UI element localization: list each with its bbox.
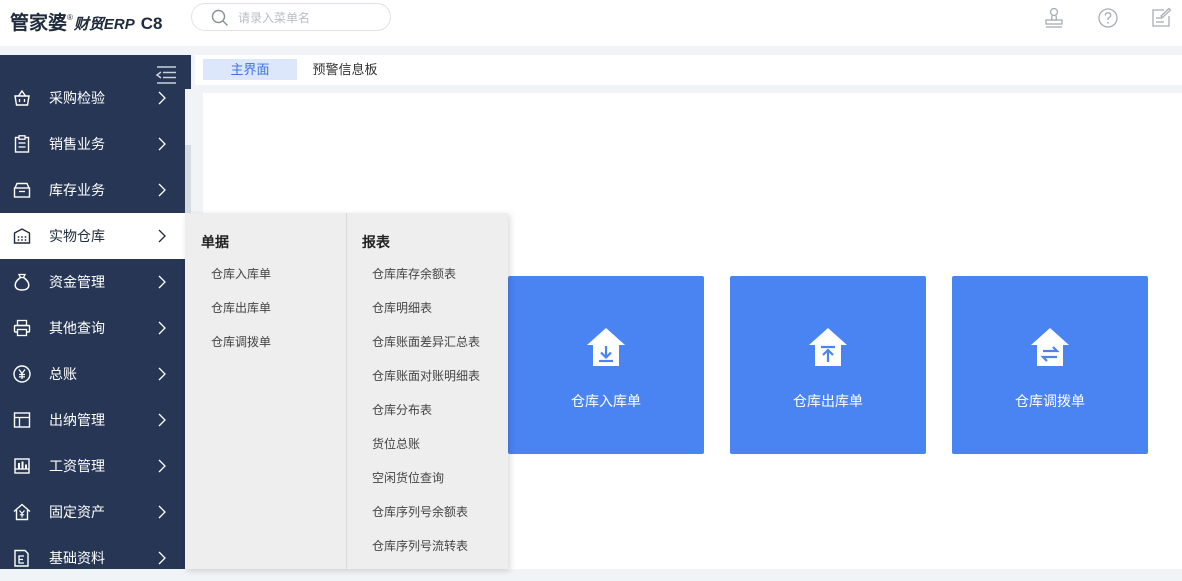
sidebar-item-purchase-inspection[interactable]: 采购检验 [0,75,185,121]
sidebar-item-fixed-assets[interactable]: 固定资产 [0,489,185,535]
chevron-right-icon [158,183,166,197]
sidebar-item-label: 其他查询 [49,320,105,336]
sidebar-item-label: 基础资料 [49,550,105,566]
warehouse-icon [13,228,31,244]
archive-box-icon [13,182,31,198]
flyout-item-report[interactable]: 货位总账 [372,436,420,452]
sidebar-item-basic-data[interactable]: 基础资料 [0,535,185,581]
flyout-item-report[interactable]: 仓库账面差异汇总表 [372,334,480,350]
sidebar-item-label: 实物仓库 [49,228,105,244]
sidebar-item-payroll[interactable]: 工资管理 [0,443,185,489]
sidebar: 采购检验 销售业务 库存业务 实物仓库 资金管理 其他查询 总账 出纳管理 工资… [0,55,191,569]
chevron-right-icon [158,137,166,151]
sidebar-item-cashier[interactable]: 出纳管理 [0,397,185,443]
chevron-right-icon [158,229,166,243]
flyout-item-report[interactable]: 仓库分布表 [372,402,432,418]
top-bar: 管家婆 ® 财贸ERP C8 [0,0,1182,46]
clipboard-icon [14,135,30,153]
sidebar-item-label: 固定资产 [49,504,105,520]
chevron-right-icon [158,275,166,289]
house-transfer-icon [1031,328,1069,366]
tab-alert-board[interactable]: 预警信息板 [303,59,387,80]
document-e-icon [14,549,29,567]
basket-icon [14,89,30,106]
flyout-item-report[interactable]: 仓库明细表 [372,300,432,316]
sidebar-item-label: 工资管理 [49,458,105,474]
tab-main[interactable]: 主界面 [203,59,297,80]
house-arrow-down-icon [587,328,625,366]
flyout-item-report[interactable]: 仓库库存余额表 [372,266,456,282]
house-arrow-up-icon [809,328,847,366]
warehouse-transfer-card[interactable]: 仓库调拨单 [952,276,1148,454]
logo-registered-mark: ® [67,13,73,22]
chevron-right-icon [158,91,166,105]
flyout-item-outbound[interactable]: 仓库出库单 [211,300,271,316]
sidebar-item-general-ledger[interactable]: 总账 [0,351,185,397]
ledger-grid-icon [13,412,31,428]
money-bag-icon [14,273,30,291]
sidebar-item-physical-warehouse[interactable]: 实物仓库 [0,213,185,259]
logo-version-text: C8 [140,14,163,33]
warehouse-outbound-card[interactable]: 仓库出库单 [730,276,926,454]
tab-strip: 主界面 预警信息板 [195,55,1182,85]
sidebar-item-label: 采购检验 [49,90,105,106]
warehouse-inbound-card[interactable]: 仓库入库单 [508,276,704,454]
warehouse-submenu-flyout: 单据 仓库入库单 仓库出库单 仓库调拨单 报表 仓库库存余额表 仓库明细表 仓库… [185,213,508,569]
logo-product-text: 财贸ERP [73,16,135,33]
sidebar-item-other-queries[interactable]: 其他查询 [0,305,185,351]
sidebar-item-label: 出纳管理 [49,412,105,428]
chevron-right-icon [158,551,166,565]
flyout-item-report[interactable]: 空闲货位查询 [372,470,444,486]
house-yen-icon [13,503,31,521]
chevron-right-icon [158,459,166,473]
sidebar-item-sales[interactable]: 销售业务 [0,121,185,167]
card-label: 仓库调拨单 [1015,393,1085,409]
card-label: 仓库出库单 [793,393,863,409]
sidebar-item-label: 销售业务 [49,136,105,152]
chevron-right-icon [158,321,166,335]
sidebar-scrollbar-thumb[interactable] [185,145,191,215]
sidebar-item-label: 资金管理 [49,274,105,290]
salary-chart-icon [14,458,30,474]
sidebar-item-label: 总账 [49,366,77,382]
edit-note-icon[interactable] [1149,6,1173,30]
flyout-divider [346,213,347,569]
logo-main-text: 管家婆 [10,13,68,34]
chevron-right-icon [158,413,166,427]
chevron-right-icon [158,505,166,519]
help-icon[interactable] [1096,6,1120,30]
printer-icon [13,319,31,337]
app-logo: 管家婆 ® 财贸ERP C8 [10,8,163,34]
stamp-icon[interactable] [1042,6,1066,30]
yen-circle-icon [13,365,31,383]
flyout-item-transfer[interactable]: 仓库调拨单 [211,334,271,350]
menu-search-box[interactable] [191,3,391,31]
sidebar-item-inventory[interactable]: 库存业务 [0,167,185,213]
chevron-right-icon [158,367,166,381]
flyout-item-report[interactable]: 仓库序列号流转表 [372,538,468,554]
flyout-heading-documents: 单据 [201,234,229,250]
search-icon [211,9,228,26]
search-input[interactable] [238,9,378,26]
flyout-item-inbound[interactable]: 仓库入库单 [211,266,271,282]
card-label: 仓库入库单 [571,393,641,409]
sidebar-item-fund-management[interactable]: 资金管理 [0,259,185,305]
flyout-heading-reports: 报表 [362,234,390,250]
flyout-item-report[interactable]: 仓库账面对账明细表 [372,368,480,384]
flyout-item-report[interactable]: 仓库序列号余额表 [372,504,468,520]
sidebar-item-label: 库存业务 [49,182,105,198]
